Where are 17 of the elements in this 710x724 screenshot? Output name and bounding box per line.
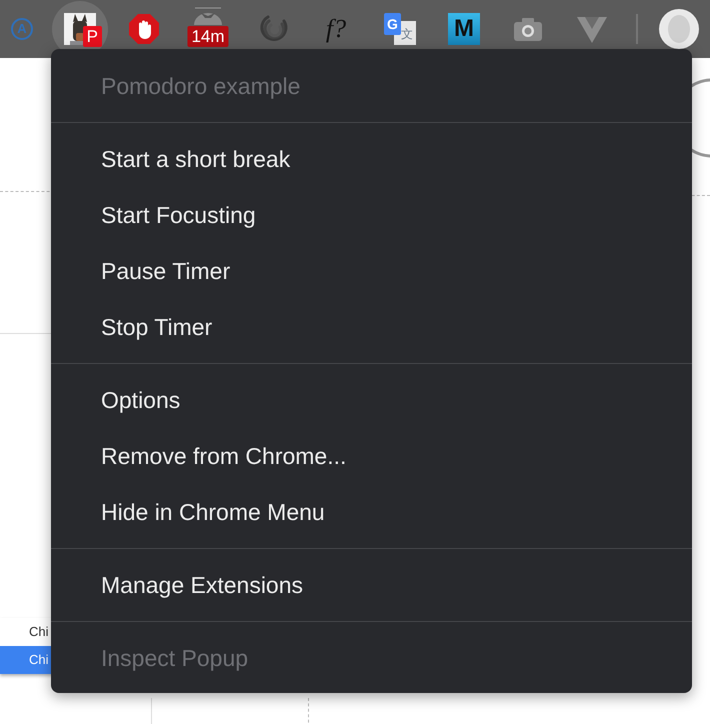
menu-item: Pomodoro example (100, 72, 302, 101)
menu-item[interactable]: Pause Timer (51, 243, 692, 299)
menu-item[interactable]: Hide in Chrome Menu (51, 484, 692, 540)
menu-item[interactable]: Start Focusting (51, 187, 692, 243)
menu-item[interactable]: Start a short break (51, 131, 692, 187)
avatar-button[interactable] (659, 9, 699, 49)
camera-icon[interactable] (512, 15, 544, 43)
avatar-icon (666, 14, 692, 44)
badge-label: 14m (187, 26, 229, 47)
menu-item[interactable]: Stop Timer (51, 299, 692, 355)
menu-item: Inspect Popup (100, 644, 250, 673)
extension-icon[interactable]: M (448, 13, 480, 45)
menu-item[interactable]: Manage Extensions (51, 557, 692, 613)
menu-item[interactable]: Options (51, 372, 692, 428)
badge-label: P (82, 26, 102, 47)
stop-hand-icon[interactable] (128, 13, 160, 45)
menu-item[interactable]: Remove from Chrome... (51, 428, 692, 484)
